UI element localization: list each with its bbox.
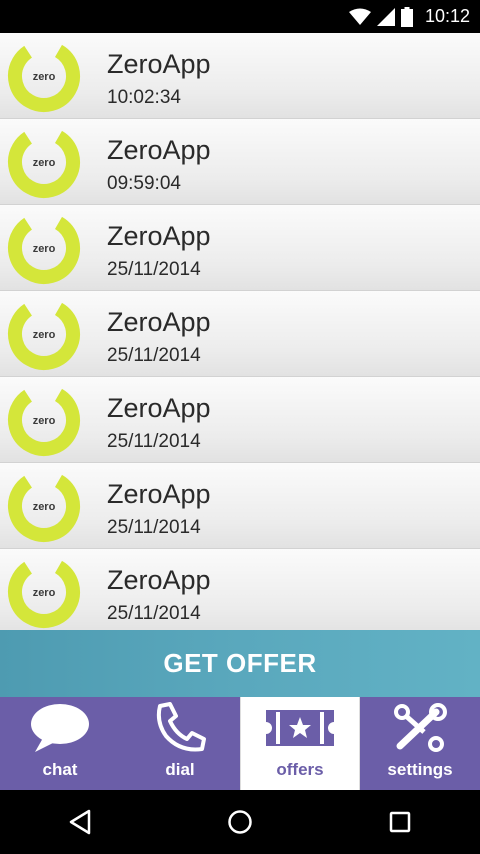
- home-circle-icon: [228, 810, 252, 834]
- message-row[interactable]: zero ZeroApp 25/11/2014: [0, 549, 480, 630]
- message-time: 25/11/2014: [107, 517, 201, 538]
- message-row[interactable]: zero ZeroApp 25/11/2014: [0, 377, 480, 463]
- message-time: 10:02:34: [107, 87, 181, 108]
- svg-text:zero: zero: [33, 329, 56, 341]
- svg-text:zero: zero: [33, 71, 56, 83]
- battery-icon: [400, 6, 413, 27]
- status-clock: 10:12: [424, 6, 470, 26]
- zero-logo-icon: zero: [8, 384, 80, 456]
- tab-label: offers: [276, 760, 324, 779]
- message-title: ZeroApp: [107, 49, 211, 79]
- zero-logo-icon: zero: [8, 126, 80, 198]
- recents-square-icon: [389, 811, 411, 833]
- ticket-icon: [266, 710, 334, 746]
- svg-text:zero: zero: [33, 243, 56, 255]
- wrench-icon: [394, 703, 447, 752]
- wifi-icon: [348, 8, 371, 25]
- zero-logo-icon: zero: [8, 40, 80, 112]
- recents-button[interactable]: [380, 802, 420, 842]
- message-row[interactable]: zero ZeroApp 25/11/2014: [0, 291, 480, 377]
- bottom-tab-bar: chat dial offers settings: [0, 697, 480, 790]
- message-title: ZeroApp: [107, 565, 211, 595]
- message-row[interactable]: zero ZeroApp 25/11/2014: [0, 205, 480, 291]
- back-button[interactable]: [60, 802, 100, 842]
- message-row[interactable]: zero ZeroApp 09:59:04: [0, 119, 480, 205]
- zero-logo-icon: zero: [8, 556, 80, 628]
- system-nav-bar: [0, 790, 480, 854]
- zero-logo-icon: zero: [8, 298, 80, 370]
- back-triangle-icon: [69, 809, 91, 835]
- svg-text:zero: zero: [33, 501, 56, 513]
- svg-text:zero: zero: [33, 157, 56, 169]
- tab-chat[interactable]: chat: [0, 697, 120, 790]
- chat-bubble-icon: [31, 704, 89, 752]
- zero-logo-icon: zero: [8, 212, 80, 284]
- message-title: ZeroApp: [107, 307, 211, 337]
- message-list[interactable]: zero ZeroApp 10:02:34 zero ZeroApp 09:59…: [0, 33, 480, 630]
- message-time: 25/11/2014: [107, 431, 201, 452]
- message-time: 25/11/2014: [107, 603, 201, 624]
- message-title: ZeroApp: [107, 479, 211, 509]
- home-button[interactable]: [220, 802, 260, 842]
- svg-text:zero: zero: [33, 587, 56, 599]
- tab-label: dial: [165, 760, 195, 779]
- zero-logo-icon: zero: [8, 469, 80, 542]
- tab-label: settings: [387, 760, 453, 779]
- status-bar: 10:12: [0, 0, 480, 33]
- tab-dial[interactable]: dial: [120, 697, 240, 790]
- phone-icon: [156, 702, 206, 752]
- message-title: ZeroApp: [107, 221, 211, 251]
- message-time: 25/11/2014: [107, 259, 201, 280]
- message-row[interactable]: zero ZeroApp 10:02:34: [0, 33, 480, 119]
- message-title: ZeroApp: [107, 135, 211, 165]
- signal-icon: [376, 7, 395, 26]
- svg-text:zero: zero: [33, 415, 56, 427]
- message-title: ZeroApp: [107, 393, 211, 423]
- message-time: 09:59:04: [107, 173, 181, 194]
- tab-offers[interactable]: offers: [240, 697, 360, 790]
- tab-settings[interactable]: settings: [360, 697, 480, 790]
- get-offer-button[interactable]: GET OFFER: [0, 630, 480, 697]
- message-time: 25/11/2014: [107, 345, 201, 366]
- message-row[interactable]: zero ZeroApp 25/11/2014: [0, 463, 480, 549]
- tab-label: chat: [42, 760, 78, 779]
